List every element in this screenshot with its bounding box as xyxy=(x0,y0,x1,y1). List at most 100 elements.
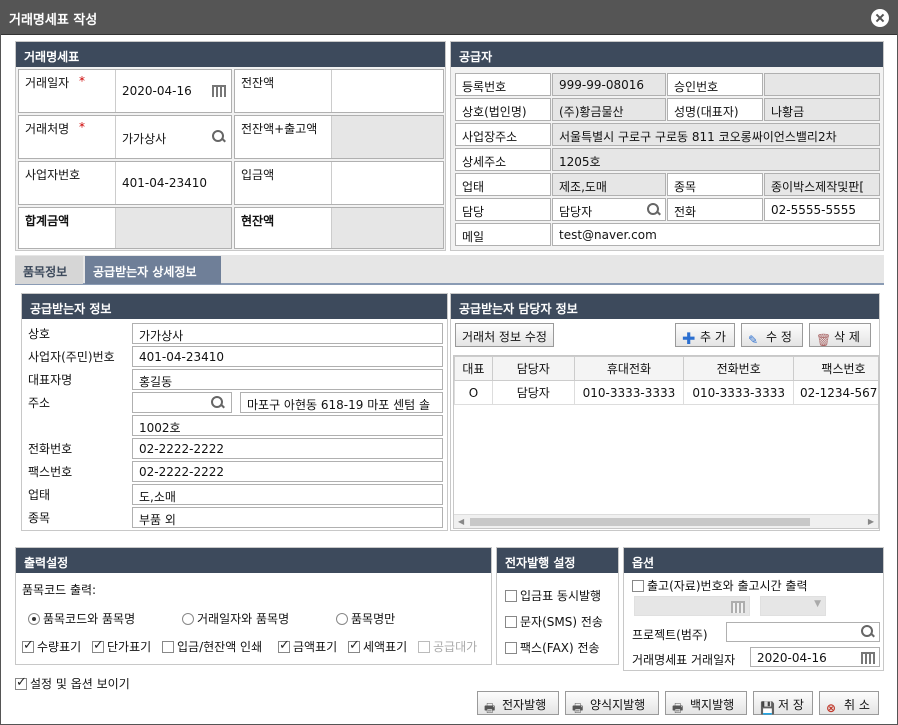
deposit-input[interactable] xyxy=(331,162,443,204)
checkbox-icon xyxy=(505,642,517,654)
supplier-panel: 공급자 등록번호 999-99-08016 승인번호 상호(법인명) (주)황금… xyxy=(450,41,884,251)
search-icon[interactable] xyxy=(212,130,226,144)
form-print-button-label: 양식지발행 xyxy=(590,698,646,712)
current-value xyxy=(331,208,443,248)
date-input[interactable]: 2020-04-16 xyxy=(115,70,231,112)
r-bizno-input[interactable]: 401-04-23410 xyxy=(132,346,443,367)
scroll-left-icon[interactable]: ◀ xyxy=(458,517,464,526)
scrollbar-thumb[interactable] xyxy=(470,518,810,526)
show-options-checkbox[interactable]: 설정 및 옵션 보이기 xyxy=(15,675,130,692)
horizontal-scrollbar[interactable]: ◀ ▶ xyxy=(454,514,878,528)
chk-qty-label: 수량표기 xyxy=(37,640,82,654)
out-time-label: 출고(자료)번호와 출고시간 출력 xyxy=(647,579,808,593)
radio-date-name[interactable]: 거래일자와 품목명 xyxy=(182,610,289,627)
required-mark: * xyxy=(79,120,85,134)
out-time-select: ▼ xyxy=(760,596,826,616)
edoc-opt1[interactable]: 입금표 동시발행 xyxy=(505,587,601,604)
contacts-header: 공급받는자 담당자 정보 xyxy=(451,294,879,319)
date-value: 2020-04-16 xyxy=(122,84,192,98)
edoc-opt2[interactable]: 문자(SMS) 전송 xyxy=(505,613,603,630)
cancel-button[interactable]: ⊗ 취 소 xyxy=(819,691,879,715)
title-bar: 거래명세표 작성 xyxy=(1,1,897,35)
manager-label: 담당 xyxy=(455,198,551,221)
cell-mobile: 010-3333-3333 xyxy=(573,380,685,405)
cancel-icon: ⊗ xyxy=(826,701,837,715)
mail-input[interactable]: test@naver.com xyxy=(552,223,880,246)
radio-date-name-label: 거래일자와 품목명 xyxy=(197,612,290,626)
item-value: 종이박스제작및판[ xyxy=(764,173,880,196)
chk-tax[interactable]: 세액표기 xyxy=(348,638,407,655)
edit-icon: ✎ xyxy=(748,333,759,347)
r-addr2-input[interactable]: 1002호 xyxy=(132,415,443,436)
type-value: 제조,도매 xyxy=(552,173,666,196)
item-label: 종목 xyxy=(667,173,763,196)
table-header: 대표 담당자 휴대전화 전화번호 팩스번호 xyxy=(454,356,878,381)
chk-price[interactable]: 단가표기 xyxy=(92,638,151,655)
client-input[interactable]: 가가상사 xyxy=(115,116,231,158)
r-rep-input[interactable]: 홍길동 xyxy=(132,369,443,390)
tab-receiver[interactable]: 공급받는자 상세정보 xyxy=(85,256,221,284)
checkbox-icon xyxy=(505,616,517,628)
printer-icon: 🖶 xyxy=(572,701,584,715)
table-row[interactable]: O 담당자 010-3333-3333 010-3333-3333 02-123… xyxy=(454,380,878,405)
printer-icon: 🖶 xyxy=(672,701,684,715)
addr-value: 서울특별시 구로구 구로동 811 코오롱싸이언스밸리2차 xyxy=(552,123,880,146)
edoc-button[interactable]: 🖶 전자발행 xyxy=(477,691,559,715)
modify-button[interactable]: ✎ 수 정 xyxy=(741,323,803,347)
r-name-input[interactable]: 가가상사 xyxy=(132,323,443,344)
zipcode-input[interactable] xyxy=(132,392,232,413)
search-icon[interactable] xyxy=(861,625,875,639)
project-input[interactable] xyxy=(726,622,880,642)
options-date-input[interactable]: 2020-04-16 xyxy=(750,647,880,667)
options-date-label: 거래명세표 거래일자 xyxy=(632,653,736,667)
r-fax-input[interactable]: 02-2222-2222 xyxy=(132,461,443,482)
chk-tax-label: 세액표기 xyxy=(363,640,408,654)
phone-input[interactable]: 02-5555-5555 xyxy=(764,198,880,221)
options-date-value: 2020-04-16 xyxy=(757,651,827,665)
calendar-icon[interactable] xyxy=(861,652,875,664)
chk-qty[interactable]: 수량표기 xyxy=(22,638,81,655)
chk-amount[interactable]: 금액표기 xyxy=(278,638,337,655)
manager-input[interactable]: 담당자 xyxy=(552,198,666,221)
r-fax-label: 팩스번호 xyxy=(28,465,73,479)
r-item-input[interactable]: 부품 외 xyxy=(132,507,443,528)
radio-name-only[interactable]: 품목명만 xyxy=(336,610,395,627)
rep-label: 성명(대표자) xyxy=(667,98,763,121)
r-name-label: 상호 xyxy=(28,327,51,341)
scroll-right-icon[interactable]: ▶ xyxy=(868,517,874,526)
search-icon[interactable] xyxy=(211,396,225,410)
edoc-opt3[interactable]: 팩스(FAX) 전송 xyxy=(505,639,600,656)
checkbox-icon xyxy=(418,641,430,653)
out-time-checkbox[interactable]: 출고(자료)번호와 출고시간 출력 xyxy=(632,577,808,594)
bizno-label: 사업자번호 xyxy=(25,168,81,182)
prev-balance-row: 전잔액 xyxy=(234,69,444,113)
supplier-header: 공급자 xyxy=(451,42,883,67)
add-button[interactable]: ✚ 추 가 xyxy=(675,323,735,347)
required-mark: * xyxy=(79,74,85,88)
save-button[interactable]: 💾 저 장 xyxy=(753,691,813,715)
r-addr-input[interactable]: 마포구 아현동 618-19 마포 센텀 솔 xyxy=(240,392,443,413)
client-value: 가가상사 xyxy=(122,132,167,146)
checkbox-icon xyxy=(632,580,644,592)
cancel-button-label: 취 소 xyxy=(844,698,870,712)
col-manager: 담당자 xyxy=(491,356,575,381)
close-icon[interactable] xyxy=(871,9,889,27)
blank-print-button[interactable]: 🖶 백지발행 xyxy=(665,691,747,715)
out-date-input xyxy=(634,596,750,616)
r-type-input[interactable]: 도,소매 xyxy=(132,484,443,505)
edit-client-button[interactable]: 거래처 정보 수정 xyxy=(455,323,554,347)
chk-deposit[interactable]: 입금/현잔액 인쇄 xyxy=(162,638,262,655)
chk-price-label: 단가표기 xyxy=(107,640,152,654)
contacts-panel: 공급받는자 담당자 정보 거래처 정보 수정 ✚ 추 가 ✎ 수 정 🗑 삭 제 대표… xyxy=(450,293,880,531)
total-label: 합계금액 xyxy=(25,214,70,228)
r-item-label: 종목 xyxy=(28,511,51,525)
form-print-button[interactable]: 🖶 양식지발행 xyxy=(565,691,659,715)
delete-button[interactable]: 🗑 삭 제 xyxy=(809,323,871,347)
tab-items[interactable]: 품목정보 xyxy=(15,256,83,284)
bizno-input[interactable]: 401-04-23410 xyxy=(115,162,231,204)
r-phone-input[interactable]: 02-2222-2222 xyxy=(132,438,443,459)
calendar-icon[interactable] xyxy=(212,85,226,97)
radio-code-name[interactable]: 품목코드와 품목명 xyxy=(28,610,135,627)
r-bizno-label: 사업자(주민)번호 xyxy=(28,350,115,364)
search-icon[interactable] xyxy=(647,203,661,217)
